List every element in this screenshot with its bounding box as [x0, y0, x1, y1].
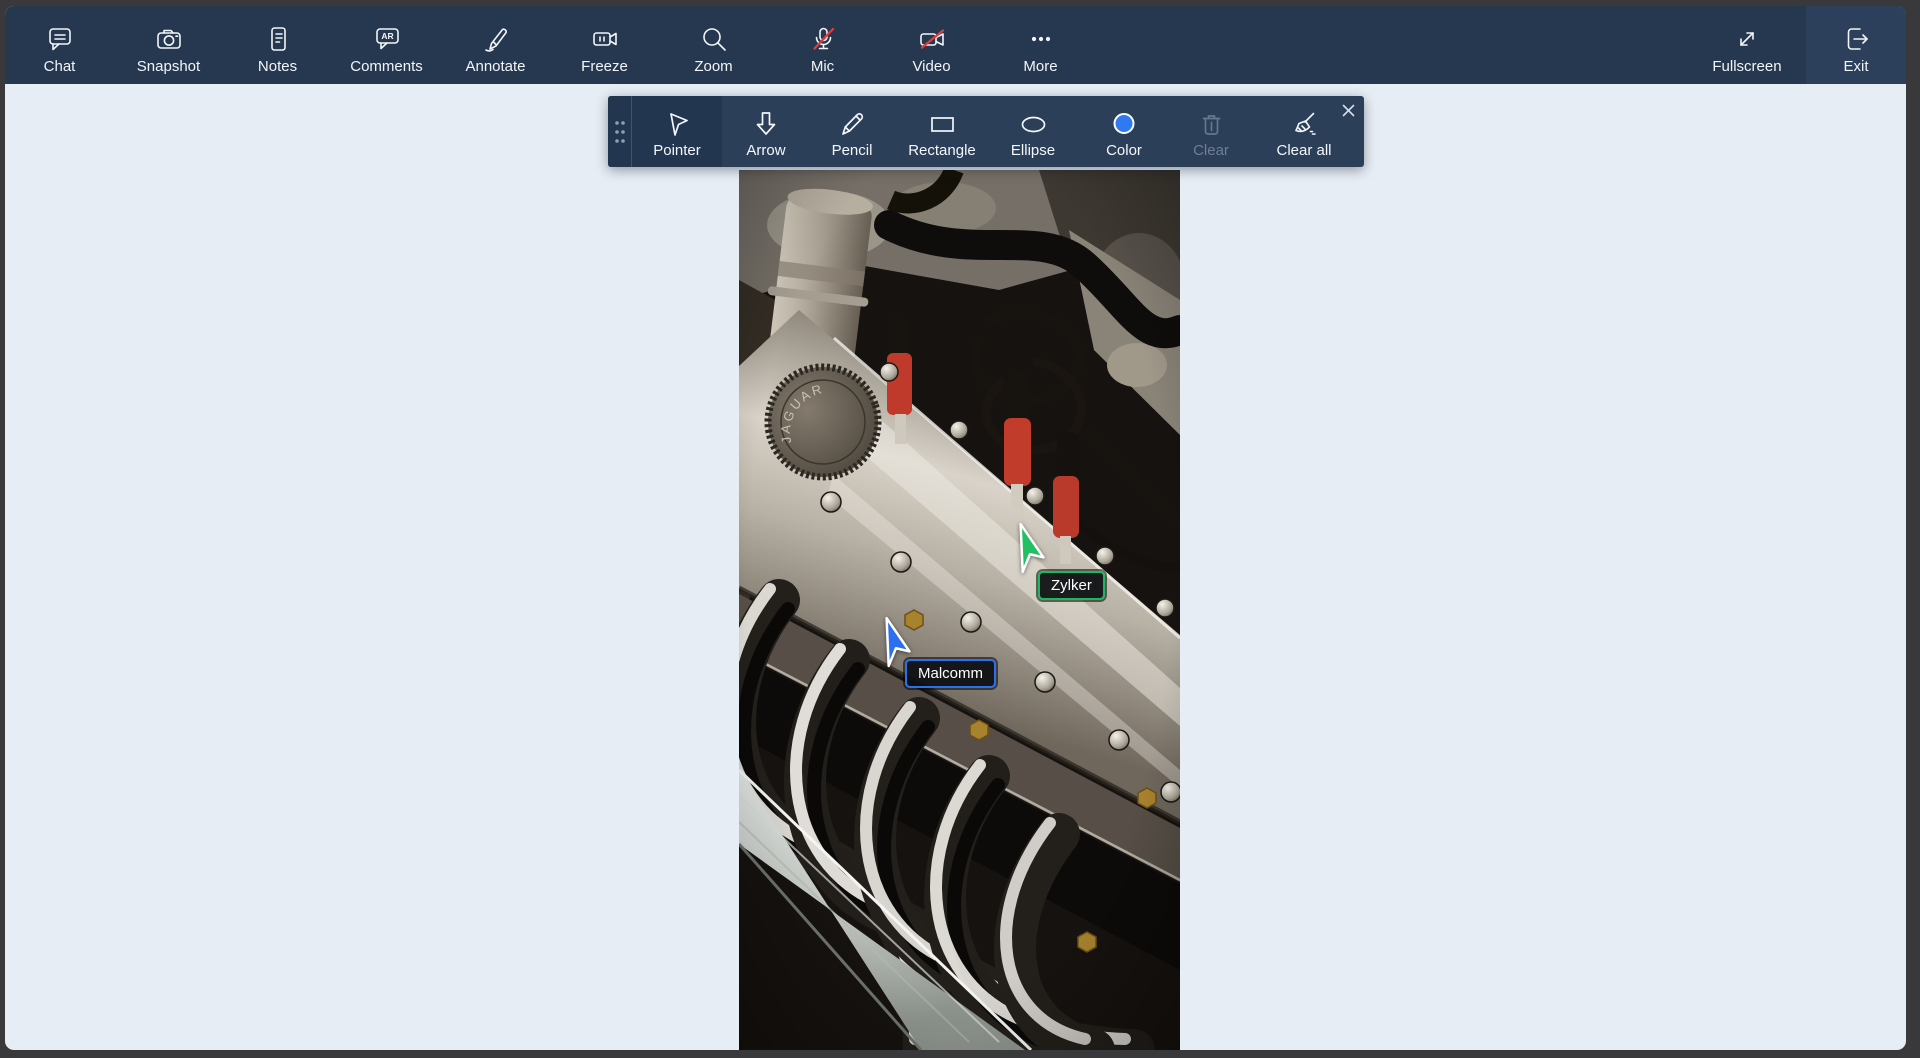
snapshot-label: Snapshot — [136, 58, 201, 75]
color-tool-label: Color — [1106, 142, 1142, 159]
toolbar-drag-handle[interactable] — [608, 96, 631, 167]
zoom-button[interactable]: Zoom — [659, 6, 768, 84]
tool-arrow[interactable]: Arrow — [722, 96, 810, 167]
tool-pointer[interactable]: Pointer — [632, 96, 722, 167]
snapshot-icon — [154, 24, 184, 59]
session-workspace: Chat Snapshot Notes AR Comments Annotate… — [5, 6, 1906, 1050]
arrow-down-icon — [751, 109, 781, 143]
mic-button[interactable]: Mic — [768, 6, 877, 84]
fullscreen-icon — [1732, 24, 1762, 59]
chat-label: Chat — [43, 58, 76, 75]
freeze-label: Freeze — [581, 58, 628, 75]
pointer-cursor-green — [1019, 522, 1045, 574]
pencil-icon — [837, 109, 867, 143]
video-label: Video — [912, 58, 951, 75]
rectangle-tool-label: Rectangle — [908, 142, 976, 159]
color-swatch-icon — [1109, 109, 1139, 143]
arrow-tool-label: Arrow — [746, 142, 786, 159]
annotate-label: Annotate — [465, 58, 526, 75]
freeze-button[interactable]: Freeze — [550, 6, 659, 84]
mic-label: Mic — [810, 58, 835, 75]
pointer-name-label-green: Zylker — [1038, 571, 1105, 600]
chat-button[interactable]: Chat — [5, 6, 114, 84]
close-icon — [1342, 104, 1354, 116]
chat-icon — [45, 24, 75, 59]
more-dots-icon — [1026, 24, 1056, 59]
tool-color[interactable]: Color — [1076, 96, 1172, 167]
video-muted-icon — [917, 24, 947, 59]
pointer-name-label-blue: Malcomm — [905, 659, 997, 688]
more-button[interactable]: More — [986, 6, 1095, 84]
snapshot-button[interactable]: Snapshot — [114, 6, 223, 84]
trash-icon — [1196, 109, 1226, 143]
comments-ar-icon: AR — [372, 24, 402, 59]
broom-icon — [1289, 109, 1319, 143]
exit-label: Exit — [1843, 58, 1869, 75]
notes-label: Notes — [257, 58, 298, 75]
ellipse-icon — [1018, 109, 1048, 143]
svg-text:AR: AR — [381, 31, 393, 41]
tool-clear: Clear — [1172, 96, 1250, 167]
rectangle-icon — [927, 109, 957, 143]
tool-pencil[interactable]: Pencil — [810, 96, 894, 167]
fullscreen-label: Fullscreen — [1712, 58, 1782, 75]
notes-button[interactable]: Notes — [223, 6, 332, 84]
mic-muted-icon — [808, 24, 838, 59]
pencil-tool-label: Pencil — [831, 142, 873, 159]
comments-button[interactable]: AR Comments — [332, 6, 441, 84]
close-toolbar-button[interactable] — [1339, 101, 1357, 119]
exit-button[interactable]: Exit — [1806, 6, 1906, 84]
pointer-icon — [662, 109, 692, 143]
shared-screen-photo[interactable]: JAGUAR Zylker Malcomm — [739, 170, 1180, 1050]
clear-tool-label: Clear — [1193, 142, 1229, 159]
drag-dots-icon — [614, 120, 625, 143]
main-toolbar: Chat Snapshot Notes AR Comments Annotate… — [5, 6, 1906, 84]
annotate-button[interactable]: Annotate — [441, 6, 550, 84]
zoom-magnifier-icon — [699, 24, 729, 59]
tool-ellipse[interactable]: Ellipse — [990, 96, 1076, 167]
tool-rectangle[interactable]: Rectangle — [894, 96, 990, 167]
freeze-icon — [590, 24, 620, 59]
annotate-pen-icon — [481, 24, 511, 59]
exit-icon — [1841, 24, 1871, 59]
clear-all-tool-label: Clear all — [1276, 142, 1332, 159]
fullscreen-button[interactable]: Fullscreen — [1688, 6, 1806, 84]
notes-icon — [263, 24, 293, 59]
engine-photo-graphic: JAGUAR — [739, 170, 1180, 1050]
ellipse-tool-label: Ellipse — [1010, 142, 1056, 159]
more-label: More — [1023, 58, 1058, 75]
annotation-toolbar: Pointer Arrow Pencil Rectangle Ellipse C… — [608, 96, 1364, 167]
pointer-tool-label: Pointer — [653, 142, 701, 159]
zoom-label: Zoom — [694, 58, 733, 75]
comments-label: Comments — [350, 58, 423, 75]
video-button[interactable]: Video — [877, 6, 986, 84]
